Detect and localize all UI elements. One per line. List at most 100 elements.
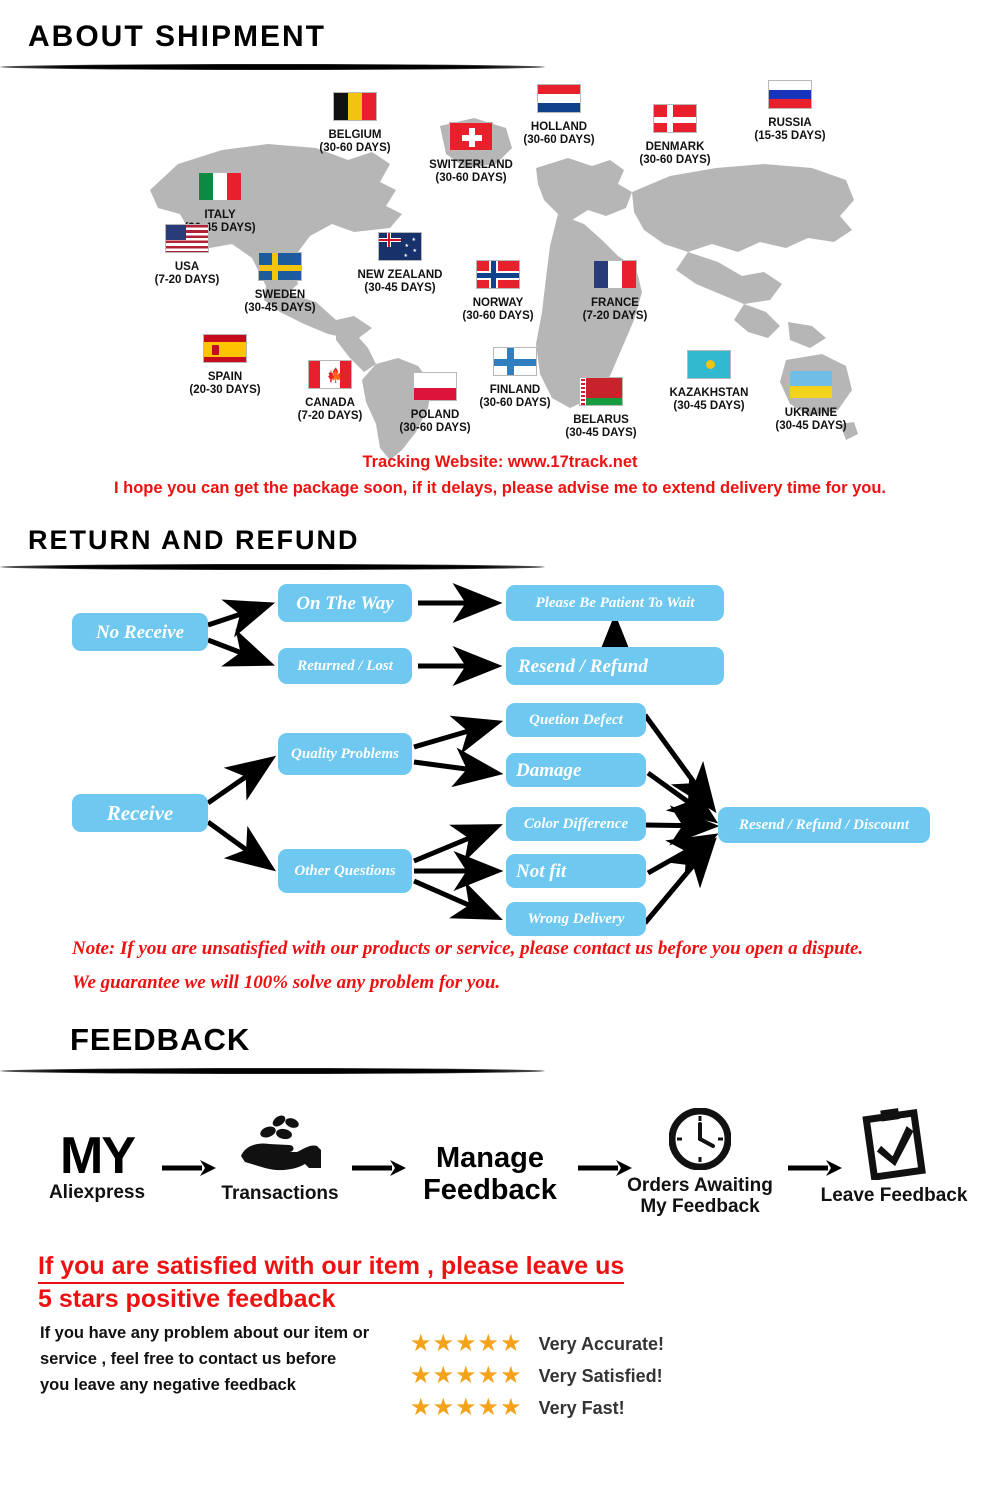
star-rating-icon: ★★★★★ (410, 1362, 523, 1389)
flag-new-zealand: ★ ★ ★ ★ (378, 232, 422, 261)
flow-node-no-receive[interactable]: No Receive (72, 613, 208, 651)
rating-label: Very Fast! (538, 1397, 625, 1418)
map-label-canada: CANADA (7-20 DAYS) (297, 397, 363, 422)
map-flag-holland: HOLLAND (30-60 DAYS) (510, 84, 608, 147)
flow-node-on-the-way[interactable]: On The Way (278, 584, 412, 622)
flag-spain (203, 334, 247, 363)
star-rating-icon: ★★★★★ (410, 1394, 523, 1421)
map-label-usa: USA (7-20 DAYS) (154, 261, 220, 286)
section-title-shipment: ABOUT SHIPMENT (28, 20, 326, 53)
map-flag-sweden: SWEDEN (30-45 DAYS) (232, 252, 328, 315)
manage-feedback-text-line1: Manage (436, 1142, 544, 1174)
rating-label: Very Accurate! (538, 1333, 664, 1354)
clock-icon (668, 1107, 732, 1171)
hand-coins-icon (241, 1115, 321, 1171)
ratings-list: ★★★★★ Very Accurate! ★★★★★ Very Satisfie… (410, 1328, 664, 1424)
flow-node-damage[interactable]: Damage (506, 753, 646, 787)
flag-belarus (579, 377, 623, 406)
world-map-shipping-times: ITALY (30-45 DAYS) BELGIUM (30-60 DAYS) … (0, 72, 1000, 462)
flow-node-quality-problems[interactable]: Quality Problems (278, 733, 412, 775)
map-flag-france: FRANCE (7-20 DAYS) (570, 260, 660, 323)
map-flag-usa: USA (7-20 DAYS) (145, 224, 229, 287)
flow-node-resend-refund-discount[interactable]: Resend / Refund / Discount (718, 807, 930, 843)
map-label-russia: RUSSIA (15-35 DAYS) (754, 117, 826, 142)
return-note-line-1: Note: If you are unsatisfied with our pr… (72, 938, 864, 959)
map-flag-kazakhstan: KAZAKHSTAN (30-45 DAYS) (660, 350, 758, 413)
flag-switzerland (449, 122, 493, 151)
flow-node-be-patient[interactable]: Please Be Patient To Wait (506, 585, 724, 621)
flag-denmark (653, 104, 697, 133)
step-my-aliexpress: MY Aliexpress (38, 1130, 156, 1203)
map-label-finland: FINLAND (30-60 DAYS) (479, 384, 551, 409)
rating-row: ★★★★★ Very Accurate! (410, 1328, 664, 1360)
feedback-steps-row: MY Aliexpress Transactions Manage Feedba… (0, 1100, 1000, 1235)
step-label-orders-awaiting-2: My Feedback (640, 1196, 760, 1217)
map-flag-finland: FINLAND (30-60 DAYS) (470, 347, 560, 410)
step-label-leave-feedback: Leave Feedback (820, 1185, 968, 1206)
flow-node-other-questions[interactable]: Other Questions (278, 849, 412, 893)
map-label-norway: NORWAY (30-60 DAYS) (462, 297, 534, 322)
map-label-sweden: SWEDEN (30-45 DAYS) (244, 289, 316, 314)
star-rating-icon: ★★★★★ (410, 1330, 523, 1357)
flag-finland (493, 347, 537, 376)
map-label-kazakhstan: KAZAKHSTAN (30-45 DAYS) (669, 387, 749, 412)
flag-usa (165, 224, 209, 253)
map-flag-poland: POLAND (30-60 DAYS) (390, 372, 480, 435)
return-note-line-2: We guarantee we will 100% solve any prob… (72, 972, 501, 993)
flow-node-wrong-delivery[interactable]: Wrong Delivery (506, 902, 646, 936)
section-divider-feedback (0, 1068, 545, 1074)
flow-node-resend-refund[interactable]: Resend / Refund (506, 647, 724, 685)
map-label-ukraine: UKRAINE (30-45 DAYS) (775, 407, 847, 432)
flag-poland (413, 372, 457, 401)
arrow-icon-2 (352, 1160, 406, 1176)
map-flag-ukraine: UKRAINE (30-45 DAYS) (765, 370, 857, 433)
map-label-denmark: DENMARK (30-60 DAYS) (639, 141, 711, 166)
rating-label: Very Satisfied! (538, 1365, 663, 1386)
feedback-call-to-action-line2: 5 stars positive feedback (38, 1285, 336, 1313)
flag-russia (768, 80, 812, 109)
map-label-spain: SPAIN (20-30 DAYS) (189, 371, 261, 396)
flag-italy (198, 172, 242, 201)
flag-france (593, 260, 637, 289)
map-flag-belarus: BELARUS (30-45 DAYS) (555, 377, 647, 440)
section-title-return-refund: RETURN AND REFUND (28, 525, 360, 555)
map-label-new-zealand: NEW ZEALAND (30-45 DAYS) (357, 269, 443, 294)
map-flag-norway: NORWAY (30-60 DAYS) (450, 260, 546, 323)
step-label-orders-awaiting-1: Orders Awaiting (627, 1175, 773, 1196)
flow-node-returned-lost[interactable]: Returned / Lost (278, 648, 412, 684)
section-divider-return (0, 564, 545, 570)
section-divider-shipment (0, 64, 545, 70)
feedback-contact-paragraph: If you have any problem about our item o… (40, 1324, 370, 1394)
feedback-call-to-action-line1: If you are satisfied with our item , ple… (38, 1252, 625, 1284)
flow-node-not-fit[interactable]: Not fit (506, 854, 646, 888)
flag-ukraine (789, 370, 833, 399)
map-label-poland: POLAND (30-60 DAYS) (399, 409, 471, 434)
flag-norway (476, 260, 520, 289)
map-flag-new-zealand: ★ ★ ★ ★ NEW ZEALAND (30-45 DAYS) (345, 232, 455, 295)
step-label-transactions: Transactions (221, 1183, 339, 1204)
step-label-aliexpress: Aliexpress (48, 1182, 146, 1203)
map-label-belarus: BELARUS (30-45 DAYS) (565, 414, 637, 439)
flow-node-quetion-defect[interactable]: Quetion Defect (506, 703, 646, 737)
flow-node-receive[interactable]: Receive (72, 794, 208, 832)
map-flag-canada: 🍁 CANADA (7-20 DAYS) (285, 360, 375, 423)
return-refund-flowchart: No Receive On The Way Returned / Lost Pl… (0, 575, 1000, 936)
flag-sweden (258, 252, 302, 281)
tracking-website-text: Tracking Website: www.17track.net (362, 453, 638, 471)
flag-holland (537, 84, 581, 113)
map-flag-denmark: DENMARK (30-60 DAYS) (625, 104, 725, 167)
map-label-holland: HOLLAND (30-60 DAYS) (523, 121, 595, 146)
step-leave-feedback: Leave Feedback (818, 1108, 970, 1206)
flag-belgium (333, 92, 377, 121)
flow-node-color-difference[interactable]: Color Difference (506, 807, 646, 841)
step-manage-feedback: Manage Feedback (400, 1142, 580, 1206)
rating-row: ★★★★★ Very Satisfied! (410, 1360, 664, 1392)
manage-feedback-text-line2: Feedback (423, 1174, 557, 1206)
shipping-delay-note: I hope you can get the package soon, if … (113, 479, 887, 497)
my-aliexpress-wordmark: MY (60, 1127, 136, 1185)
arrow-icon-1 (162, 1160, 216, 1176)
map-label-france: FRANCE (7-20 DAYS) (582, 297, 648, 322)
section-title-feedback: FEEDBACK (70, 1022, 251, 1057)
map-label-switzerland: SWITZERLAND (30-60 DAYS) (429, 159, 513, 184)
clipboard-check-icon (862, 1108, 926, 1182)
